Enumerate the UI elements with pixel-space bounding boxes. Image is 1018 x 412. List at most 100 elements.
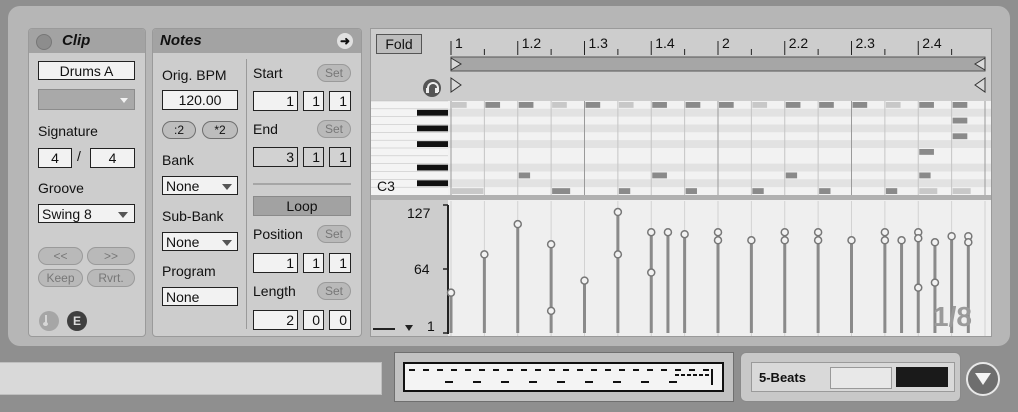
midi-note xyxy=(819,102,834,108)
groove-selector[interactable]: Swing 8 xyxy=(38,204,135,223)
midi-note xyxy=(919,188,938,194)
velocity-handle xyxy=(780,236,789,245)
midi-note-icon[interactable] xyxy=(39,311,59,331)
overview-note xyxy=(661,369,667,371)
midi-editor: Fold C3 127 64 1 1/8 1 1.2 1.3 1.4 2 2.2 2.3 2.… xyxy=(370,28,992,337)
velocity-handle xyxy=(813,236,823,245)
device-thumbnail[interactable]: 5-Beats xyxy=(751,362,955,392)
loop-brace[interactable] xyxy=(450,56,986,72)
velocity-handle xyxy=(546,240,556,249)
overview-note xyxy=(585,381,593,383)
position-beat[interactable]: 1 xyxy=(303,253,324,273)
subbank-selector[interactable]: None xyxy=(162,232,238,251)
signature-separator: / xyxy=(77,148,81,164)
clip-name-field[interactable]: Drums A xyxy=(38,61,135,80)
dropdown-arrow-icon xyxy=(222,184,232,190)
signature-denominator[interactable]: 4 xyxy=(90,148,135,168)
midi-note xyxy=(518,172,531,179)
piano-black-key xyxy=(417,164,448,171)
clip-color-selector[interactable] xyxy=(38,89,135,110)
ruler-label: 2.4 xyxy=(922,35,942,51)
headphone-icon[interactable] xyxy=(423,79,441,97)
groove-value: Swing 8 xyxy=(42,206,92,222)
keep-button[interactable]: Keep xyxy=(38,269,83,287)
velocity-handle xyxy=(914,234,923,243)
overview-note xyxy=(675,374,679,376)
velocity-handle xyxy=(713,236,723,245)
revert-button[interactable]: Rvrt. xyxy=(87,269,135,287)
note-row xyxy=(448,148,991,156)
clip-title: Clip xyxy=(62,32,91,49)
position-bar[interactable]: 1 xyxy=(253,253,298,273)
bank-selector[interactable]: None xyxy=(162,176,238,195)
program-field[interactable]: None xyxy=(162,287,238,306)
piano-black-key xyxy=(417,125,448,132)
position-set-button[interactable]: Set xyxy=(317,225,351,243)
nudge-forward-button[interactable]: >> xyxy=(87,247,135,265)
position-sixteenth[interactable]: 1 xyxy=(329,253,351,273)
midi-note xyxy=(652,172,667,179)
start-sixteenth[interactable]: 1 xyxy=(329,91,351,111)
overview-note xyxy=(605,369,611,371)
length-set-button[interactable]: Set xyxy=(317,282,351,300)
notes-header: Notes ➜ xyxy=(153,29,361,53)
velocity-max-label: 127 xyxy=(407,205,431,221)
end-beat[interactable]: 1 xyxy=(303,147,324,167)
note-row xyxy=(448,108,991,117)
overview-note xyxy=(693,374,697,376)
show-hide-detail-button[interactable] xyxy=(966,362,1000,396)
clip-overview[interactable] xyxy=(403,362,724,392)
end-set-button[interactable]: Set xyxy=(317,120,351,138)
length-beat[interactable]: 0 xyxy=(303,310,324,330)
velocity-min-label: 1 xyxy=(427,318,435,334)
velocity-handle xyxy=(897,236,906,245)
program-label: Program xyxy=(162,263,216,279)
velocity-handle xyxy=(880,236,890,245)
column-divider xyxy=(246,59,247,329)
arrow-right-icon[interactable]: ➜ xyxy=(337,33,353,49)
bpm-field[interactable]: 120.00 xyxy=(162,90,238,110)
ruler-label: 2 xyxy=(722,35,730,51)
velocity-handle xyxy=(613,207,623,217)
midi-note xyxy=(885,188,898,194)
groove-label: Groove xyxy=(38,180,84,196)
fold-button[interactable]: Fold xyxy=(376,34,422,54)
velocity-handle xyxy=(663,227,673,237)
info-view xyxy=(0,362,382,395)
clip-activator-icon[interactable] xyxy=(36,34,52,50)
midi-note xyxy=(852,102,868,108)
overview-note xyxy=(703,369,709,371)
separator xyxy=(253,183,351,185)
double-tempo-button[interactable]: *2 xyxy=(202,121,238,139)
ruler-label: 2.3 xyxy=(855,35,875,51)
velocity-handle xyxy=(580,276,589,285)
note-row xyxy=(448,132,991,141)
velocity-handle xyxy=(930,278,940,287)
overview-note xyxy=(465,369,471,371)
notes-title: Notes xyxy=(160,32,202,49)
overview-note xyxy=(501,381,509,383)
end-sixteenth[interactable]: 1 xyxy=(329,147,351,167)
nudge-back-button[interactable]: << xyxy=(38,247,83,265)
velocity-handle xyxy=(947,231,956,241)
envelope-icon[interactable]: E xyxy=(67,311,87,331)
length-sixteenth[interactable]: 0 xyxy=(329,310,351,330)
midi-note xyxy=(952,188,971,194)
overview-note xyxy=(493,369,499,371)
start-set-button[interactable]: Set xyxy=(317,64,351,82)
piano-black-key xyxy=(417,180,448,187)
start-beat[interactable]: 1 xyxy=(303,91,324,111)
signature-numerator[interactable]: 4 xyxy=(38,148,72,168)
velocity-handle xyxy=(780,227,789,237)
half-tempo-button[interactable]: :2 xyxy=(162,121,196,139)
overview-note xyxy=(687,374,691,376)
midi-note xyxy=(952,102,968,108)
loop-button[interactable]: Loop xyxy=(253,196,351,216)
overview-note xyxy=(549,369,555,371)
length-bar[interactable]: 2 xyxy=(253,310,298,330)
end-bar[interactable]: 3 xyxy=(253,147,298,167)
start-bar[interactable]: 1 xyxy=(253,91,298,111)
clip-overview-canvas xyxy=(409,369,713,385)
midi-note xyxy=(585,102,601,108)
midi-note xyxy=(785,172,798,179)
